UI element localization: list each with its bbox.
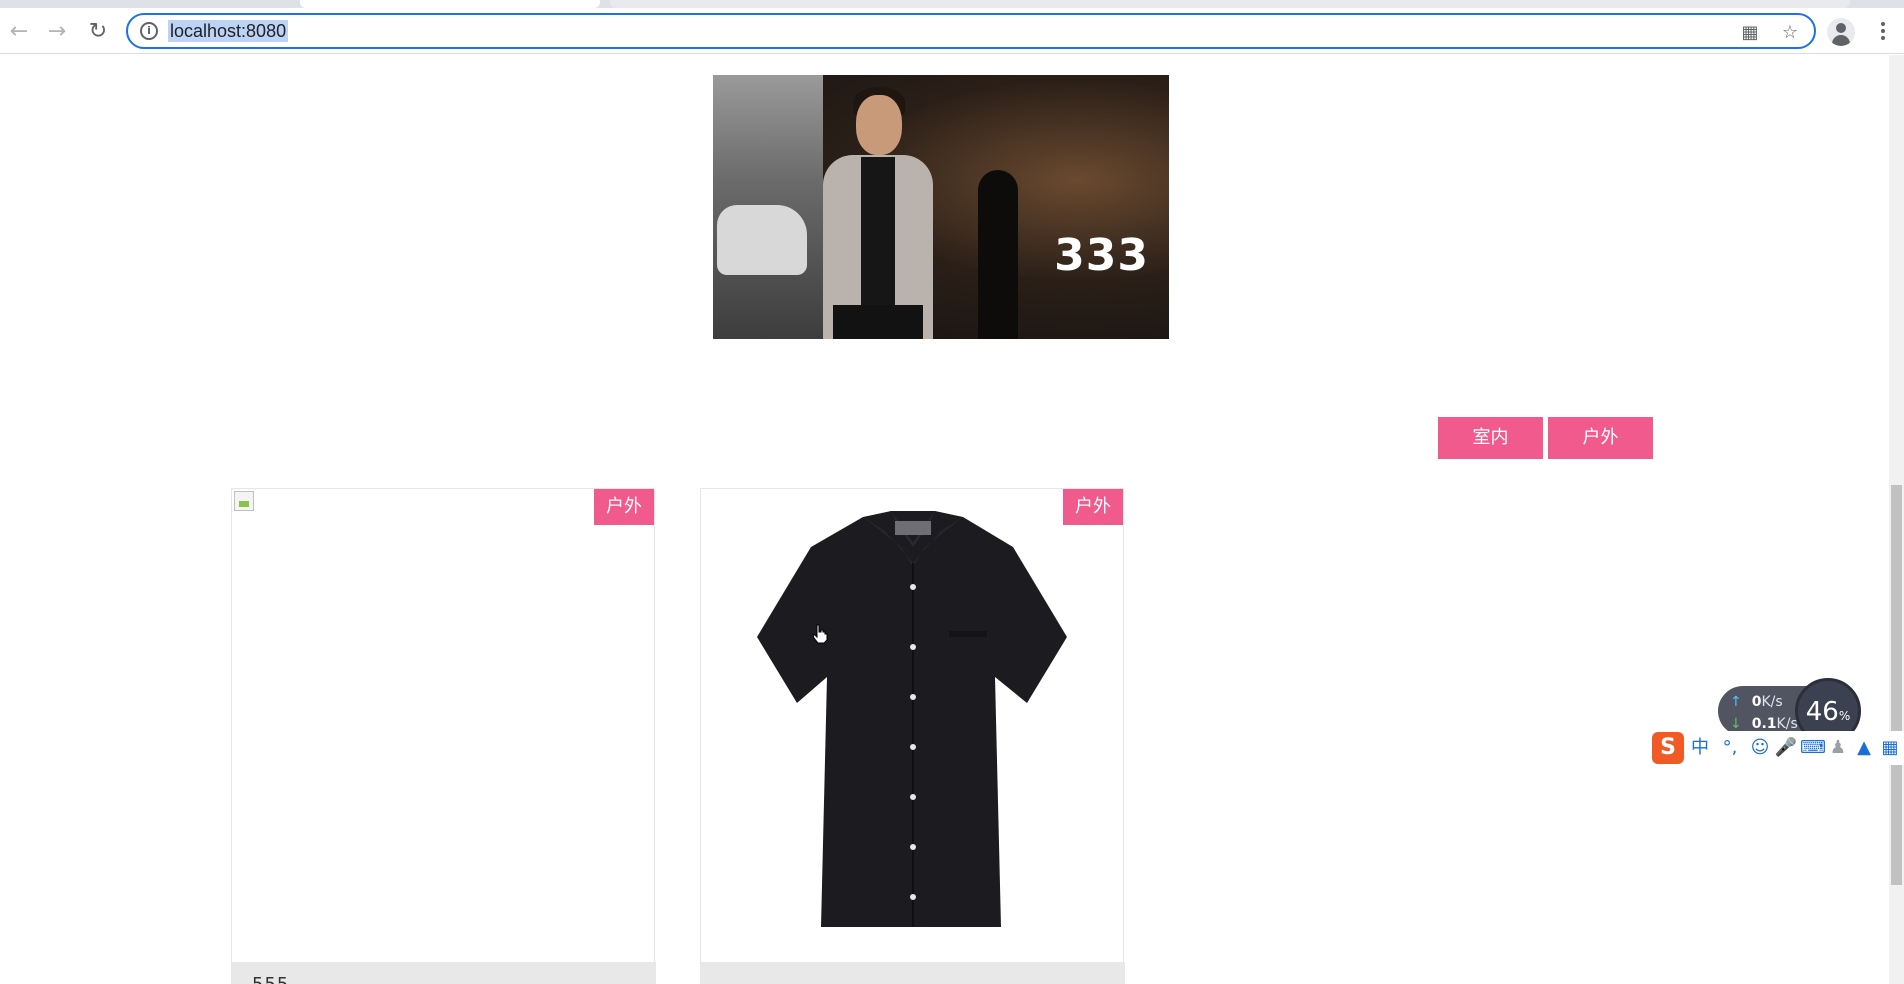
tab-strip: [0, 0, 1904, 8]
hero-caption: 333: [1054, 230, 1149, 281]
profile-body: [1832, 35, 1850, 46]
ime-punctuation-toggle[interactable]: °,: [1716, 736, 1744, 760]
product-card[interactable]: 户外: [700, 488, 1125, 984]
back-arrow-icon[interactable]: ←: [4, 16, 34, 46]
cpu-usage-text: 46%: [1798, 697, 1858, 727]
skin-shirt-icon[interactable]: ▲: [1852, 736, 1876, 760]
page-scrollbar[interactable]: [1889, 55, 1904, 984]
upload-unit: K/s: [1761, 694, 1783, 710]
address-bar[interactable]: i localhost:8080 ▦ ☆: [126, 13, 1816, 49]
toolbox-grid-icon[interactable]: ▦: [1878, 736, 1902, 760]
download-unit: K/s: [1776, 716, 1798, 732]
microphone-icon[interactable]: 🎤: [1774, 736, 1798, 760]
hero-model-pants: [833, 305, 923, 339]
upload-speed: ↑ 0K/s: [1730, 694, 1783, 710]
filter-outdoor-button[interactable]: 户外: [1548, 417, 1653, 459]
hero-model-head: [856, 95, 902, 155]
hero-model-shirt: [861, 157, 895, 307]
cpu-value: 46: [1805, 697, 1839, 727]
profile-head: [1836, 23, 1846, 33]
filter-indoor-button[interactable]: 室内: [1438, 417, 1543, 459]
browser-window: ← → ↻ i localhost:8080 ▦ ☆ 333 室内 户外 户外: [0, 0, 1904, 984]
product-footer: 555: [232, 962, 656, 984]
browser-toolbar: ← → ↻ i localhost:8080 ▦ ☆: [0, 8, 1904, 54]
keyboard-icon[interactable]: ⌨: [1800, 736, 1826, 760]
hero-background-figure: [978, 170, 1018, 339]
qr-code-icon[interactable]: ▦: [1738, 21, 1762, 45]
upload-arrow-icon: ↑: [1730, 694, 1742, 710]
active-tab[interactable]: [300, 0, 600, 8]
hero-car-shape: [717, 205, 807, 275]
kebab-menu-icon[interactable]: [1874, 20, 1892, 44]
url-text[interactable]: localhost:8080: [168, 20, 289, 42]
broken-image-icon: [234, 491, 254, 511]
cpu-unit: %: [1838, 709, 1851, 723]
product-title: 555: [252, 974, 289, 984]
background-tab[interactable]: [610, 0, 1850, 8]
ime-mode-toggle[interactable]: 中: [1688, 736, 1712, 760]
forward-arrow-icon[interactable]: →: [42, 16, 72, 46]
sogou-logo-icon[interactable]: S: [1652, 732, 1684, 764]
download-speed: ↓ 0.1K/s: [1730, 716, 1798, 732]
reload-icon[interactable]: ↻: [83, 16, 113, 46]
user-icon[interactable]: ♟: [1826, 736, 1850, 760]
star-icon[interactable]: ☆: [1778, 21, 1802, 45]
product-badge: 户外: [1063, 489, 1123, 525]
download-arrow-icon: ↓: [1730, 716, 1742, 732]
download-value: 0.1: [1751, 716, 1777, 732]
ime-toolbar: S 中 °, ☺ 🎤 ⌨ ♟ ▲ ▦: [1650, 731, 1904, 765]
hero-banner-image[interactable]: 333: [713, 75, 1169, 339]
profile-icon[interactable]: [1827, 18, 1855, 46]
black-shirt-image: [757, 511, 1067, 927]
product-card[interactable]: 户外 555: [231, 488, 656, 984]
product-badge: 户外: [594, 489, 654, 525]
info-icon[interactable]: i: [140, 22, 158, 40]
scrollbar-thumb[interactable]: [1891, 485, 1902, 885]
hand-cursor-icon: [812, 624, 828, 644]
product-footer: [701, 962, 1125, 984]
emoji-icon[interactable]: ☺: [1748, 736, 1772, 760]
